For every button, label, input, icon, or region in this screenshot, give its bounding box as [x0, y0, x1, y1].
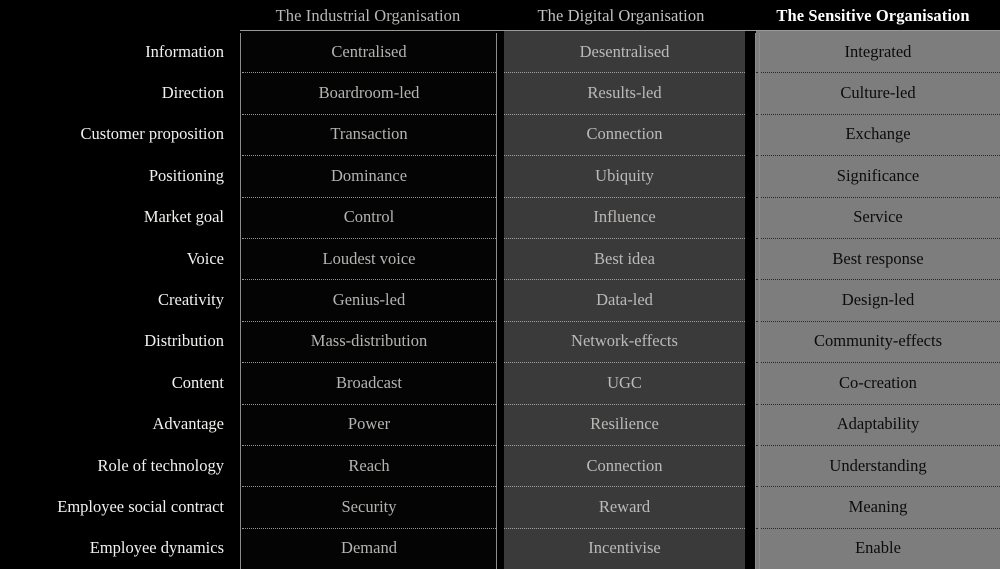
row-label-role-of-technology: Role of technology [0, 444, 240, 487]
cell-content-digital: UGC [504, 362, 745, 404]
cell-employee-social-contract-sensitive: Meaning [756, 486, 1000, 528]
cell-customer-proposition-industrial: Transaction [242, 113, 496, 156]
row-label-advantage: Advantage [0, 403, 240, 445]
table-corner-cell [0, 0, 240, 31]
column-header-digital: The Digital Organisation [496, 0, 746, 31]
cell-information-industrial: Centralised [242, 31, 496, 73]
cell-customer-proposition-digital: Connection [504, 113, 745, 156]
cell-employee-social-contract-digital: Reward [504, 486, 745, 528]
row-label-positioning: Positioning [0, 155, 240, 197]
cell-voice-industrial: Loudest voice [242, 237, 496, 280]
cell-positioning-industrial: Dominance [242, 155, 496, 197]
cell-direction-digital: Results-led [504, 72, 745, 114]
row-label-content: Content [0, 362, 240, 404]
row-label-voice: Voice [0, 237, 240, 280]
vertical-rule-left [240, 33, 241, 569]
cell-voice-sensitive: Best response [756, 237, 1000, 280]
cell-direction-industrial: Boardroom-led [242, 72, 496, 114]
cell-employee-social-contract-industrial: Security [242, 486, 496, 528]
cell-employee-dynamics-digital: Incentivise [504, 527, 745, 569]
row-label-employee-social-contract: Employee social contract [0, 486, 240, 528]
cell-employee-dynamics-industrial: Demand [242, 527, 496, 569]
cell-advantage-digital: Resilience [504, 403, 745, 445]
row-label-employee-dynamics: Employee dynamics [0, 527, 240, 569]
vertical-rule-digital-right [755, 33, 756, 569]
cell-creativity-industrial: Genius-led [242, 279, 496, 321]
cell-distribution-industrial: Mass-distribution [242, 320, 496, 363]
comparison-table-board: The Industrial Organisation The Digital … [0, 0, 1000, 569]
column-header-industrial: The Industrial Organisation [240, 0, 496, 31]
cell-market-goal-sensitive: Service [756, 196, 1000, 238]
row-label-direction: Direction [0, 72, 240, 114]
cell-positioning-sensitive: Significance [756, 155, 1000, 197]
row-label-distribution: Distribution [0, 320, 240, 363]
row-label-information: Information [0, 31, 240, 73]
column-header-sensitive: The Sensitive Organisation [746, 0, 1000, 31]
row-label-customer-proposition: Customer proposition [0, 113, 240, 156]
cell-information-digital: Desentralised [504, 31, 745, 73]
cell-advantage-industrial: Power [242, 403, 496, 445]
cell-content-sensitive: Co-creation [756, 362, 1000, 404]
vertical-rule-industrial-digital [496, 33, 497, 569]
cell-positioning-digital: Ubiquity [504, 155, 745, 197]
cell-distribution-digital: Network-effects [504, 320, 745, 363]
cell-market-goal-industrial: Control [242, 196, 496, 238]
cell-market-goal-digital: Influence [504, 196, 745, 238]
cell-employee-dynamics-sensitive: Enable [756, 527, 1000, 569]
cell-advantage-sensitive: Adaptability [756, 403, 1000, 445]
vertical-rule-sensitive-left [759, 33, 760, 569]
cell-role-of-technology-industrial: Reach [242, 444, 496, 487]
cell-distribution-sensitive: Community-effects [756, 320, 1000, 363]
cell-creativity-sensitive: Design-led [756, 279, 1000, 321]
row-label-creativity: Creativity [0, 279, 240, 321]
row-label-market-goal: Market goal [0, 196, 240, 238]
cell-customer-proposition-sensitive: Exchange [756, 113, 1000, 156]
cell-role-of-technology-digital: Connection [504, 444, 745, 487]
header-underline-rule [240, 30, 1000, 31]
cell-creativity-digital: Data-led [504, 279, 745, 321]
column-gap-digital-sensitive [748, 33, 755, 569]
cell-content-industrial: Broadcast [242, 362, 496, 404]
cell-role-of-technology-sensitive: Understanding [756, 444, 1000, 487]
cell-information-sensitive: Integrated [756, 31, 1000, 73]
cell-direction-sensitive: Culture-led [756, 72, 1000, 114]
comparison-table: The Industrial Organisation The Digital … [0, 0, 1000, 569]
cell-voice-digital: Best idea [504, 237, 745, 280]
